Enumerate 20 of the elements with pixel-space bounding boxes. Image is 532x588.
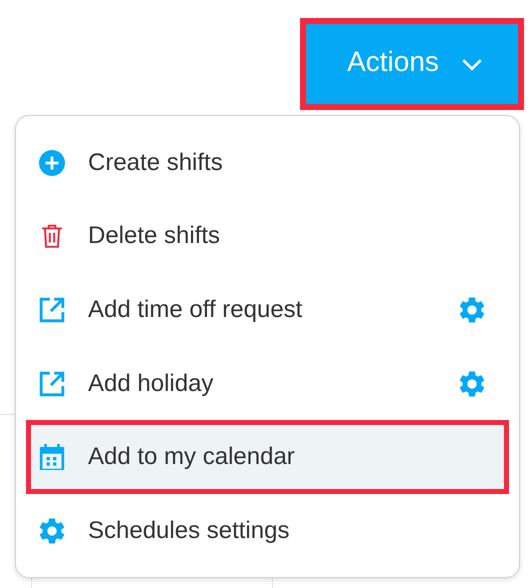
menu-item-label: Add holiday [88, 370, 214, 398]
chevron-down-icon [460, 58, 483, 70]
menu-item[interactable]: Schedules settings [26, 494, 509, 568]
external-link-icon [39, 296, 65, 323]
settings-icon[interactable] [459, 370, 485, 397]
menu-item[interactable]: Add to my calendar [26, 420, 509, 494]
external-link-icon [39, 370, 65, 397]
menu-item-label: Add time off request [88, 296, 304, 324]
menu-item[interactable]: Delete shifts [26, 200, 509, 274]
settings-icon[interactable] [459, 296, 485, 323]
gear-icon [39, 518, 65, 544]
menu-item[interactable]: Add time off request [26, 273, 509, 347]
calendar-icon [39, 444, 65, 470]
menu-item-label: Delete shifts [88, 222, 222, 250]
menu-item-label: Schedules settings [88, 516, 290, 545]
menu-item-label: Add to my calendar [88, 443, 296, 472]
plus-circle-icon [39, 150, 65, 176]
menu-item[interactable]: Create shifts [26, 126, 509, 200]
menu-item[interactable]: Add holiday [26, 346, 509, 420]
menu-item-label: Create shifts [88, 148, 224, 177]
